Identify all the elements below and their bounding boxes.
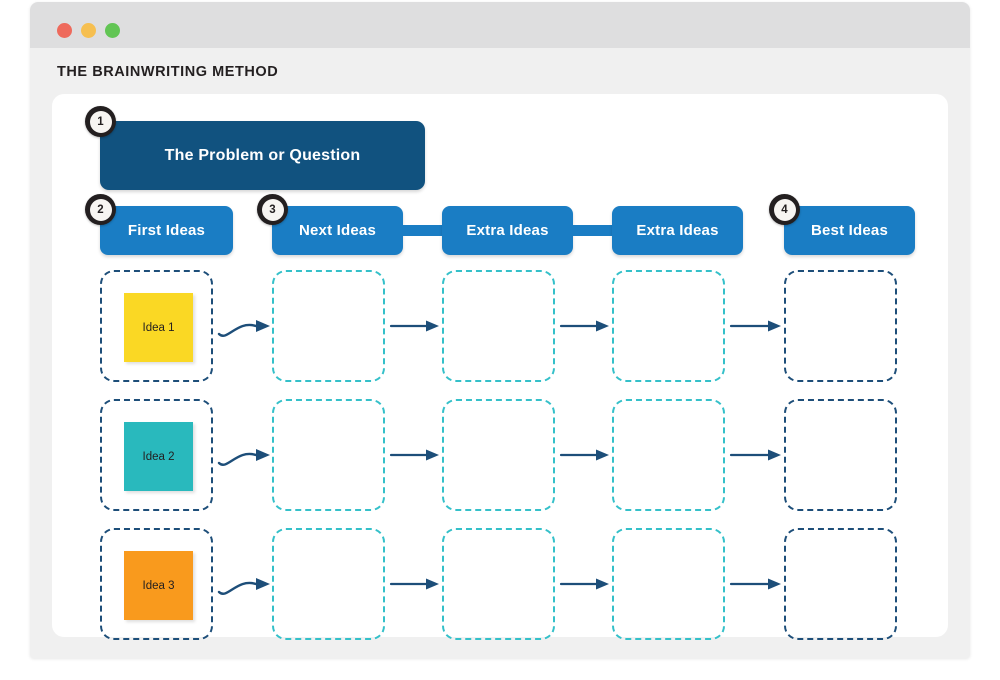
- idea-card-row-2[interactable]: Idea 2: [124, 422, 193, 491]
- idea-slot-row-3-extra-ideas-2[interactable]: [612, 528, 725, 640]
- flow-arrow-row-2-next-ideas: [385, 435, 442, 475]
- flow-arrow-row-2-extra-ideas-1: [555, 435, 612, 475]
- idea-card-row-1[interactable]: Idea 1: [124, 293, 193, 362]
- flow-arrow-row-1-extra-ideas-1: [555, 306, 612, 346]
- step-badge-1: 1: [85, 106, 116, 137]
- flow-arrow-row-1-next-ideas: [385, 306, 442, 346]
- flow-arrow-row-1-extra-ideas-2: [725, 306, 784, 346]
- idea-slot-row-1-extra-ideas-2[interactable]: [612, 270, 725, 382]
- flow-arrow-row-3-next-ideas: [385, 564, 442, 604]
- idea-slot-row-3-first-ideas[interactable]: Idea 3: [100, 528, 213, 640]
- maximize-window-dot[interactable]: [105, 23, 120, 38]
- idea-slot-row-2-extra-ideas-2[interactable]: [612, 399, 725, 511]
- window-titlebar: [30, 2, 970, 48]
- step-badge-4: 4: [769, 194, 800, 225]
- step-badge-4-number: 4: [773, 198, 796, 221]
- page-title: THE BRAINWRITING METHOD: [57, 64, 279, 80]
- flow-arrow-row-3-first-ideas: [213, 564, 272, 604]
- idea-slot-row-1-extra-ideas-1[interactable]: [442, 270, 555, 382]
- browser-window: THE BRAINWRITING METHOD The Problem or Q…: [30, 2, 970, 658]
- idea-slot-row-2-next-ideas[interactable]: [272, 399, 385, 511]
- idea-slot-row-3-best-ideas[interactable]: [784, 528, 897, 640]
- idea-card-row-3[interactable]: Idea 3: [124, 551, 193, 620]
- idea-card-label: Idea 2: [142, 450, 175, 463]
- flow-arrow-row-2-extra-ideas-2: [725, 435, 784, 475]
- idea-slot-row-3-extra-ideas-1[interactable]: [442, 528, 555, 640]
- idea-slot-row-1-next-ideas[interactable]: [272, 270, 385, 382]
- step-badge-1-number: 1: [89, 110, 112, 133]
- idea-slot-row-2-best-ideas[interactable]: [784, 399, 897, 511]
- step-badge-2-number: 2: [89, 198, 112, 221]
- minimize-window-dot[interactable]: [81, 23, 96, 38]
- idea-slot-row-3-next-ideas[interactable]: [272, 528, 385, 640]
- idea-slot-row-1-first-ideas[interactable]: Idea 1: [100, 270, 213, 382]
- idea-card-label: Idea 3: [142, 579, 175, 592]
- idea-slot-row-2-first-ideas[interactable]: Idea 2: [100, 399, 213, 511]
- step-badge-2: 2: [85, 194, 116, 225]
- diagram-canvas: The Problem or Question 1 First Ideas Nex…: [52, 94, 948, 640]
- close-window-dot[interactable]: [57, 23, 72, 38]
- flow-arrow-row-1-first-ideas: [213, 306, 272, 346]
- idea-slot-row-2-extra-ideas-1[interactable]: [442, 399, 555, 511]
- idea-slot-row-1-best-ideas[interactable]: [784, 270, 897, 382]
- flow-arrow-row-3-extra-ideas-2: [725, 564, 784, 604]
- flow-arrow-row-2-first-ideas: [213, 435, 272, 475]
- idea-grid: Idea 1 Idea 2 Idea 3: [52, 94, 948, 640]
- step-badge-3: 3: [257, 194, 288, 225]
- flow-arrow-row-3-extra-ideas-1: [555, 564, 612, 604]
- idea-card-label: Idea 1: [142, 321, 175, 334]
- step-badge-3-number: 3: [261, 198, 284, 221]
